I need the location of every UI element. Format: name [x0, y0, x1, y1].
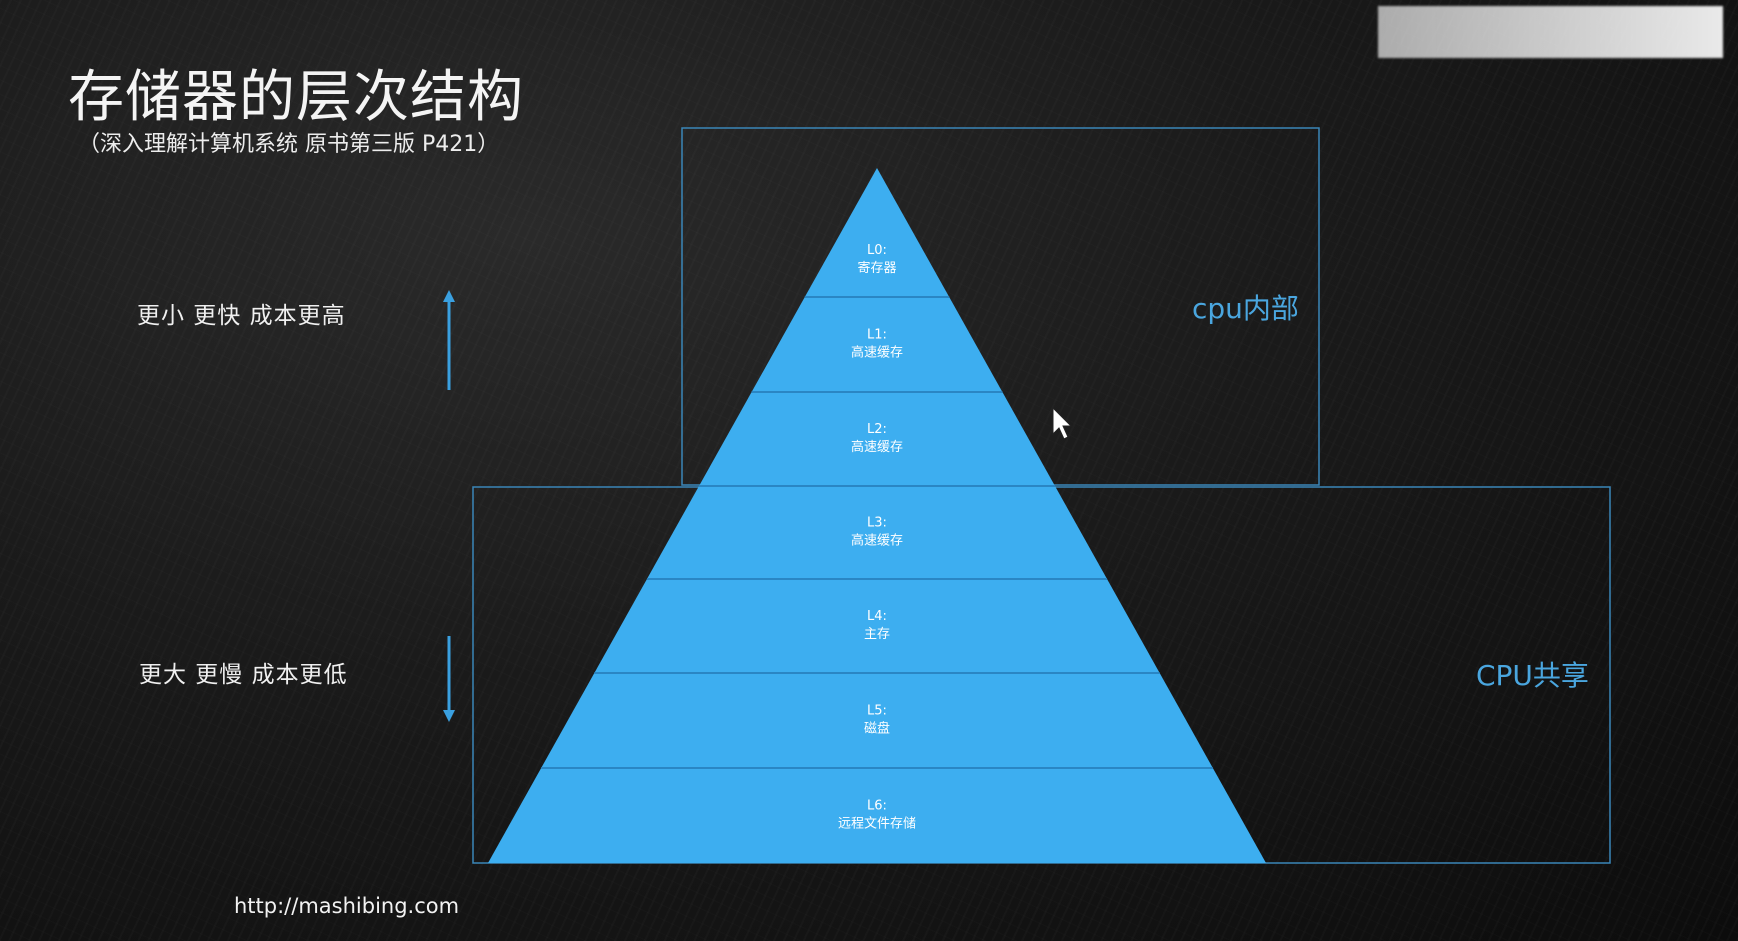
mouse-pointer-icon — [1052, 406, 1073, 440]
pyramid-level-id: L3: — [867, 516, 887, 531]
pyramid-level-4: L4: 主存 — [594, 578, 1160, 673]
slide: 存储器的层次结构 （深入理解计算机系统 原书第三版 P421） 更小 更快 成本… — [0, 0, 1738, 941]
pyramid-level-0: L0: 寄存器 — [804, 168, 950, 297]
pyramid-level-name: 磁盘 — [864, 721, 890, 737]
pyramid: L0: 寄存器 L1: 高速缓存 L2: 高速缓存 L3: 高速缓存 L4: 主存 L5: 磁盘 L6:… — [488, 168, 1266, 863]
pyramid-level-name: 高速缓存 — [851, 533, 903, 549]
down-arrow-icon — [443, 636, 455, 722]
pyramid-level-name: 寄存器 — [857, 260, 896, 276]
pyramid-level-id: L1: — [867, 328, 887, 343]
pyramid-level-1: L1: 高速缓存 — [751, 296, 1003, 392]
pyramid-level-name: 高速缓存 — [851, 345, 903, 361]
pyramid-level-shape — [699, 392, 1055, 486]
pyramid-level-shape — [488, 768, 1266, 863]
pyramid-level-name: 高速缓存 — [851, 439, 903, 455]
pyramid-level-shape — [804, 168, 950, 297]
pyramid-level-6: L6: 远程文件存储 — [488, 767, 1266, 863]
up-arrow-icon — [443, 290, 455, 390]
pyramid-level-5: L5: 磁盘 — [541, 672, 1213, 768]
pyramid-level-name: 主存 — [864, 627, 890, 642]
pyramid-level-shape — [751, 297, 1003, 392]
pyramid-level-id: L6: — [867, 799, 887, 814]
pyramid-level-3: L3: 高速缓存 — [646, 485, 1108, 579]
memory-hierarchy-diagram: L0: 寄存器 L1: 高速缓存 L2: 高速缓存 L3: 高速缓存 L4: 主存 L5: 磁盘 L6:… — [443, 127, 1611, 864]
pyramid-level-id: L2: — [867, 422, 887, 437]
pyramid-level-shape — [646, 486, 1108, 579]
pyramid-level-shape — [594, 579, 1160, 673]
pyramid-level-id: L4: — [867, 609, 887, 624]
pyramid-level-2: L2: 高速缓存 — [699, 391, 1055, 486]
pyramid-level-id: L0: — [867, 243, 887, 258]
pyramid-level-id: L5: — [867, 704, 887, 719]
pyramid-level-shape — [541, 673, 1213, 768]
pyramid-level-name: 远程文件存储 — [838, 817, 916, 832]
